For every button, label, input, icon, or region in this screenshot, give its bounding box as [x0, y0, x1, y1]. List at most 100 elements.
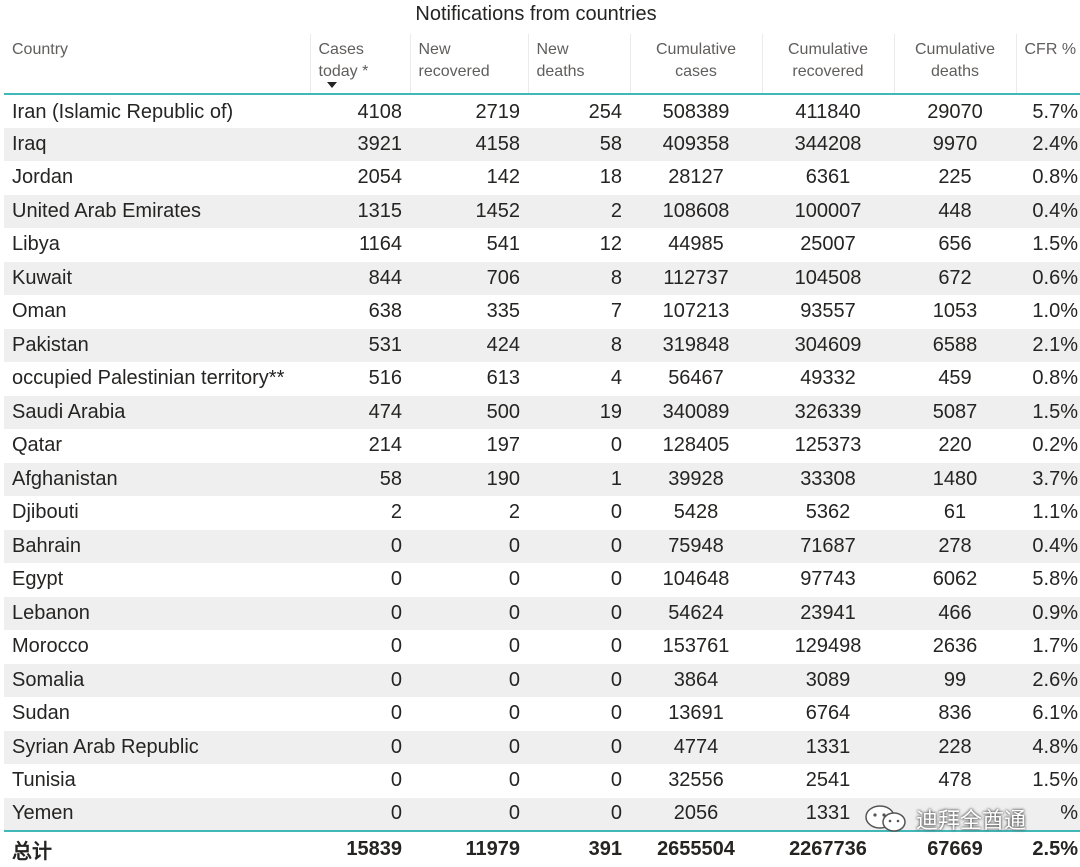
value-cell: 344208	[762, 127, 894, 161]
country-cell: Syrian Arab Republic	[4, 730, 310, 764]
value-cell: 0	[310, 596, 410, 630]
value-cell: 2054	[357, 166, 403, 189]
value-cell: 0	[390, 702, 402, 725]
table-row[interactable]: Tunisia 0 0 0 32556 2541 478 1.5%	[4, 764, 1080, 798]
header-row: Country Cases today * New recovered New …	[4, 34, 1080, 95]
value-cell: 19	[528, 395, 630, 429]
table-row[interactable]: Iraq 3921 4158 58 409358 344208 9970 2.4%	[4, 127, 1080, 161]
table-row[interactable]: Oman 638 335 7 107213 93557 1053 1.0%	[4, 295, 1080, 329]
table-row[interactable]: Yemen 0 0 0 2056 1331%	[4, 797, 1080, 831]
column-header-new-recovered[interactable]: New recovered	[410, 34, 529, 95]
column-header-cumulative-cases[interactable]: Cumulative cases	[630, 34, 763, 95]
table-row[interactable]: United Arab Emirates 1315 1452 2 108608 10000…	[4, 194, 1080, 228]
total-cell: 11979	[410, 830, 528, 867]
value-cell: 411840	[795, 100, 861, 123]
value-cell: 0	[390, 635, 402, 658]
table-row[interactable]: occupied Palestinian territory** 516 613 4 5…	[4, 362, 1080, 396]
column-header-cumulative-recovered[interactable]: Cumulative recovered	[762, 34, 895, 95]
value-cell: 1480	[894, 462, 1016, 496]
table-row[interactable]: Qatar 214 197 0 128405 125373 220 0.2%	[4, 429, 1080, 463]
column-header-cfr[interactable]: CFR %	[1016, 34, 1080, 95]
country-cell: Somalia	[4, 663, 310, 697]
countries-table: Country Cases today * New recovered New …	[4, 34, 1080, 867]
value-cell: 197	[486, 434, 520, 457]
table-row[interactable]: Kuwait 844 706 8 112737 104508 672 0.6%	[4, 261, 1080, 295]
table-row[interactable]: Libya 1164 541 12 44985 25007 656 1.5%	[4, 228, 1080, 262]
value-cell: 104508	[762, 261, 894, 295]
value-cell: 6062	[932, 568, 978, 591]
value-cell: 2	[390, 501, 402, 524]
value-cell: 3864	[630, 663, 762, 697]
column-header-cumulative-deaths[interactable]: Cumulative deaths	[894, 34, 1017, 95]
value-cell	[894, 797, 1016, 831]
table-row[interactable]: Syrian Arab Republic 0 0 0 4774 1331 228 4.8%	[4, 730, 1080, 764]
value-cell: 5.7%	[1032, 100, 1078, 123]
value-cell: 3921	[310, 127, 410, 161]
country-cell: Afghanistan	[4, 462, 310, 496]
value-cell: 459	[938, 367, 972, 390]
value-cell: 4108	[357, 100, 403, 123]
value-cell: 0.2%	[1032, 434, 1078, 457]
value-cell: 500	[410, 395, 528, 429]
table-body: Iran (Islamic Republic of) 4108 2719 254 508…	[4, 94, 1080, 831]
value-cell: 29070	[927, 100, 983, 123]
value-cell: 3089	[762, 663, 894, 697]
value-cell: 129498	[794, 635, 862, 658]
value-cell: 531	[310, 328, 410, 362]
value-cell: 9970	[894, 127, 1016, 161]
value-cell: 228	[894, 730, 1016, 764]
value-cell: 0.8%	[1032, 367, 1078, 390]
table-row[interactable]: Morocco 0 0 0 153761 129498 2636 1.7%	[4, 630, 1080, 664]
total-cell: 2.5%	[1016, 830, 1080, 867]
table-row[interactable]: Pakistan 531 424 8 319848 304609 6588 2.1%	[4, 328, 1080, 362]
value-cell: 5.8%	[1032, 568, 1078, 591]
total-cell: 67669	[894, 830, 1016, 867]
table-row[interactable]: Bahrain 0 0 0 75948 71687 278 0.4%	[4, 529, 1080, 563]
total-row: 总计 15839 11979 391 2655504 2267736 67669…	[4, 830, 1080, 867]
value-cell: 0	[410, 529, 528, 563]
table-row[interactable]: Djibouti 2 2 0 5428 5362 61 1.1%	[4, 496, 1080, 530]
value-cell: 142	[486, 166, 520, 189]
table-row[interactable]: Sudan 0 0 0 13691 6764 836 6.1%	[4, 697, 1080, 731]
value-cell: 1	[528, 462, 630, 496]
country-cell: Lebanon	[4, 596, 310, 630]
value-cell: 44985	[668, 233, 724, 256]
value-cell: 6.1%	[1032, 702, 1078, 725]
column-header-cases-today[interactable]: Cases today *	[310, 34, 411, 95]
table-row[interactable]: Egypt 0 0 0 104648 97743 6062 5.8%	[4, 563, 1080, 597]
country-cell: Egypt	[12, 568, 64, 591]
value-cell: 0	[310, 797, 410, 831]
value-cell: 409358	[630, 127, 762, 161]
table-title: Notifications from countries	[415, 3, 657, 25]
value-cell: 93557	[800, 300, 856, 323]
value-cell: 220	[938, 434, 972, 457]
table-row[interactable]: Somalia 0 0 0 3864 3089 99 2.6%	[4, 663, 1080, 697]
value-cell: 0.4%	[1016, 529, 1080, 563]
value-cell: 2.6%	[1016, 663, 1080, 697]
value-cell: 49332	[800, 367, 856, 390]
value-cell: 8	[528, 261, 630, 295]
value-cell: 39928	[630, 462, 762, 496]
value-cell: 128405	[662, 434, 730, 457]
table-row[interactable]: Iran (Islamic Republic of) 4108 2719 254 508…	[4, 94, 1080, 128]
value-cell: 28127	[668, 166, 724, 189]
value-cell: 340089	[630, 395, 762, 429]
value-cell: 0	[310, 730, 410, 764]
table-row[interactable]: Afghanistan 58 190 1 39928 33308 1480 3.7%	[4, 462, 1080, 496]
column-header-new-deaths[interactable]: New deaths	[528, 34, 631, 95]
value-cell: 1.5%	[1032, 769, 1078, 792]
value-cell: %	[1016, 797, 1080, 831]
table-row[interactable]: Saudi Arabia 474 500 19 340089 326339 5087 1.5%	[4, 395, 1080, 429]
value-cell: 99	[894, 663, 1016, 697]
table-row[interactable]: Lebanon 0 0 0 54624 23941 466 0.9%	[4, 596, 1080, 630]
value-cell: 0	[610, 434, 622, 457]
value-cell: 0.8%	[1032, 166, 1078, 189]
column-header-country[interactable]: Country	[4, 34, 311, 95]
country-cell: Morocco	[12, 635, 89, 658]
value-cell: 12	[599, 233, 622, 256]
value-cell: 1.1%	[1032, 501, 1078, 524]
table-row[interactable]: Jordan 2054 142 18 28127 6361 225 0.8%	[4, 161, 1080, 195]
value-cell: 2636	[932, 635, 978, 658]
country-cell: Djibouti	[12, 501, 79, 524]
value-cell: 6588	[894, 328, 1016, 362]
